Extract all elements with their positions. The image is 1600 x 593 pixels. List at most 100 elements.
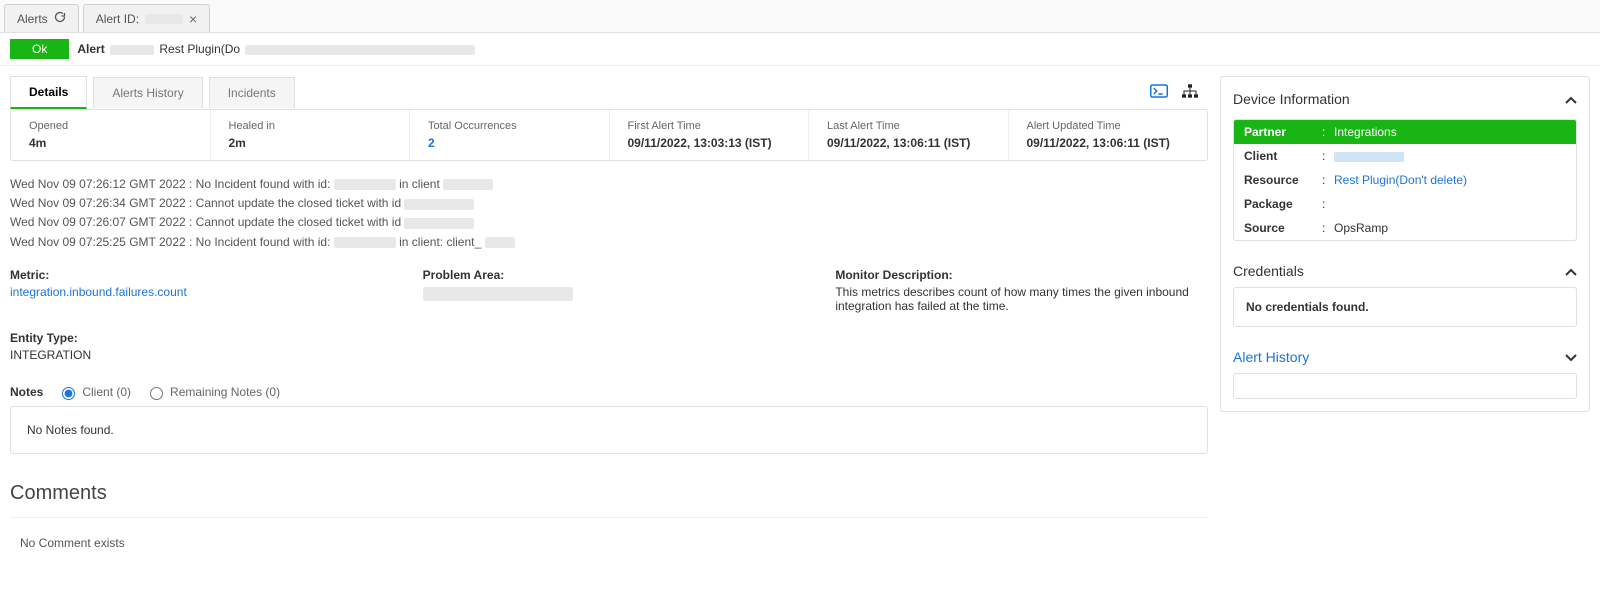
tab-incidents[interactable]: Incidents [209,77,295,108]
occurrences-label: Total Occurrences [428,120,591,132]
redacted-client [485,237,515,248]
alert-history-header[interactable]: Alert History [1233,347,1577,367]
notes-panel: No Notes found. [10,406,1208,454]
alert-detail-grid: Metric: integration.inbound.failures.cou… [10,268,1208,362]
redacted-alert-id [145,14,183,24]
tab-alerts[interactable]: Alerts [4,4,79,32]
tab-alerts-label: Alerts [17,12,48,26]
main-layout: Details Alerts History Incidents Opened … [0,66,1600,576]
terminal-icon[interactable] [1150,84,1168,101]
notes-empty: No Notes found. [27,423,114,437]
last-time-label: Last Alert Time [827,120,990,132]
notes-filter-client[interactable]: Client (0) [57,384,131,400]
close-icon[interactable]: × [189,12,197,26]
redacted-client [443,179,493,190]
detail-monitor-description: Monitor Description: This metrics descri… [835,268,1208,313]
notes-section-label: Notes [10,385,43,399]
entity-type-label: Entity Type: [10,331,383,345]
detail-entity-type: Entity Type: INTEGRATION [10,331,383,362]
redacted-id [404,199,474,210]
log-line: Wed Nov 09 07:26:07 GMT 2022 : Cannot up… [10,213,1208,232]
chevron-down-icon [1565,349,1577,365]
redacted-client-value [1334,152,1404,162]
hierarchy-icon[interactable] [1182,84,1198,101]
right-column: Device Information Partner : Integration… [1220,76,1590,412]
occurrences-link[interactable]: 2 [428,136,435,150]
source-key: Source [1244,221,1322,235]
comments-empty: No Comment exists [20,536,125,550]
source-value: OpsRamp [1334,221,1566,235]
alert-title-prefix: Alert [77,42,104,56]
alert-history-panel [1233,373,1577,399]
status-badge: Ok [10,39,69,59]
device-row-source: Source : OpsRamp [1234,216,1576,240]
opened-label: Opened [29,120,192,132]
sub-tab-row: Details Alerts History Incidents [10,76,1208,109]
updated-time-label: Alert Updated Time [1027,120,1190,132]
device-row-resource: Resource : Rest Plugin(Don't delete) [1234,168,1576,192]
log-text: Wed Nov 09 07:26:34 GMT 2022 : Cannot up… [10,196,401,210]
resource-key: Resource [1244,173,1322,187]
device-info-box: Partner : Integrations Client : Resource… [1233,119,1577,241]
radio-client[interactable] [62,387,75,400]
redacted-alert-name [110,45,154,55]
summary-first-time: First Alert Time 09/11/2022, 13:03:13 (I… [610,110,810,160]
chevron-up-icon [1565,263,1577,279]
notes-filter-remaining[interactable]: Remaining Notes (0) [145,384,280,400]
tab-details[interactable]: Details [10,76,87,109]
credentials-empty: No credentials found. [1246,300,1369,314]
refresh-icon[interactable] [54,11,66,26]
radio-client-label: Client (0) [82,385,131,399]
credentials-title: Credentials [1233,263,1304,279]
tab-alert-id[interactable]: Alert ID: × [83,4,211,32]
notes-header: Notes Client (0) Remaining Notes (0) [10,384,1208,400]
detail-problem-area: Problem Area: [423,268,796,313]
summary-occurrences: Total Occurrences 2 [410,110,610,160]
log-text: Wed Nov 09 07:25:25 GMT 2022 : No Incide… [10,235,330,249]
summary-updated-time: Alert Updated Time 09/11/2022, 13:06:11 … [1009,110,1208,160]
redacted-problem-area [423,287,573,301]
metric-link[interactable]: integration.inbound.failures.count [10,285,383,299]
monitor-label: Monitor Description: [835,268,1208,282]
client-key: Client [1244,149,1322,163]
healed-value: 2m [229,136,392,150]
redacted-id [404,218,474,229]
healed-label: Healed in [229,120,392,132]
alert-status-bar: Ok Alert Rest Plugin(Do [0,33,1600,66]
redacted-alert-rest [245,45,475,55]
left-column: Details Alerts History Incidents Opened … [10,76,1208,576]
device-info-header[interactable]: Device Information [1233,89,1577,109]
tab-alerts-history[interactable]: Alerts History [93,77,202,108]
log-line: Wed Nov 09 07:25:25 GMT 2022 : No Incide… [10,233,1208,252]
summary-opened: Opened 4m [11,110,211,160]
tab-alert-id-label: Alert ID: [96,12,139,26]
detail-metric: Metric: integration.inbound.failures.cou… [10,268,383,313]
resource-link[interactable]: Rest Plugin(Don't delete) [1334,173,1467,187]
summary-last-time: Last Alert Time 09/11/2022, 13:06:11 (IS… [809,110,1009,160]
alert-title-tail: Rest Plugin(Do [159,42,240,56]
device-info-title: Device Information [1233,91,1350,107]
top-tab-bar: Alerts Alert ID: × [0,0,1600,33]
device-row-package: Package : [1234,192,1576,216]
metric-label: Metric: [10,268,383,282]
log-line: Wed Nov 09 07:26:12 GMT 2022 : No Incide… [10,175,1208,194]
first-time-value: 09/11/2022, 13:03:13 (IST) [628,136,791,150]
monitor-value: This metrics describes count of how many… [835,285,1208,313]
device-row-client: Client : [1234,144,1576,168]
partner-value: Integrations [1334,125,1566,139]
alert-summary-strip: Opened 4m Healed in 2m Total Occurrences… [10,109,1208,161]
alert-title: Alert Rest Plugin(Do [77,42,475,56]
comments-panel: No Comment exists [10,517,1208,576]
summary-healed: Healed in 2m [211,110,411,160]
entity-type-value: INTEGRATION [10,348,383,362]
log-text: in client [399,177,440,191]
radio-remaining[interactable] [150,387,163,400]
credentials-header[interactable]: Credentials [1233,261,1577,281]
last-time-value: 09/11/2022, 13:06:11 (IST) [827,136,990,150]
log-text: Wed Nov 09 07:26:07 GMT 2022 : Cannot up… [10,215,401,229]
problem-area-label: Problem Area: [423,268,796,282]
opened-value: 4m [29,136,192,150]
redacted-id [334,179,396,190]
log-text: Wed Nov 09 07:26:12 GMT 2022 : No Incide… [10,177,330,191]
credentials-panel: No credentials found. [1233,287,1577,327]
